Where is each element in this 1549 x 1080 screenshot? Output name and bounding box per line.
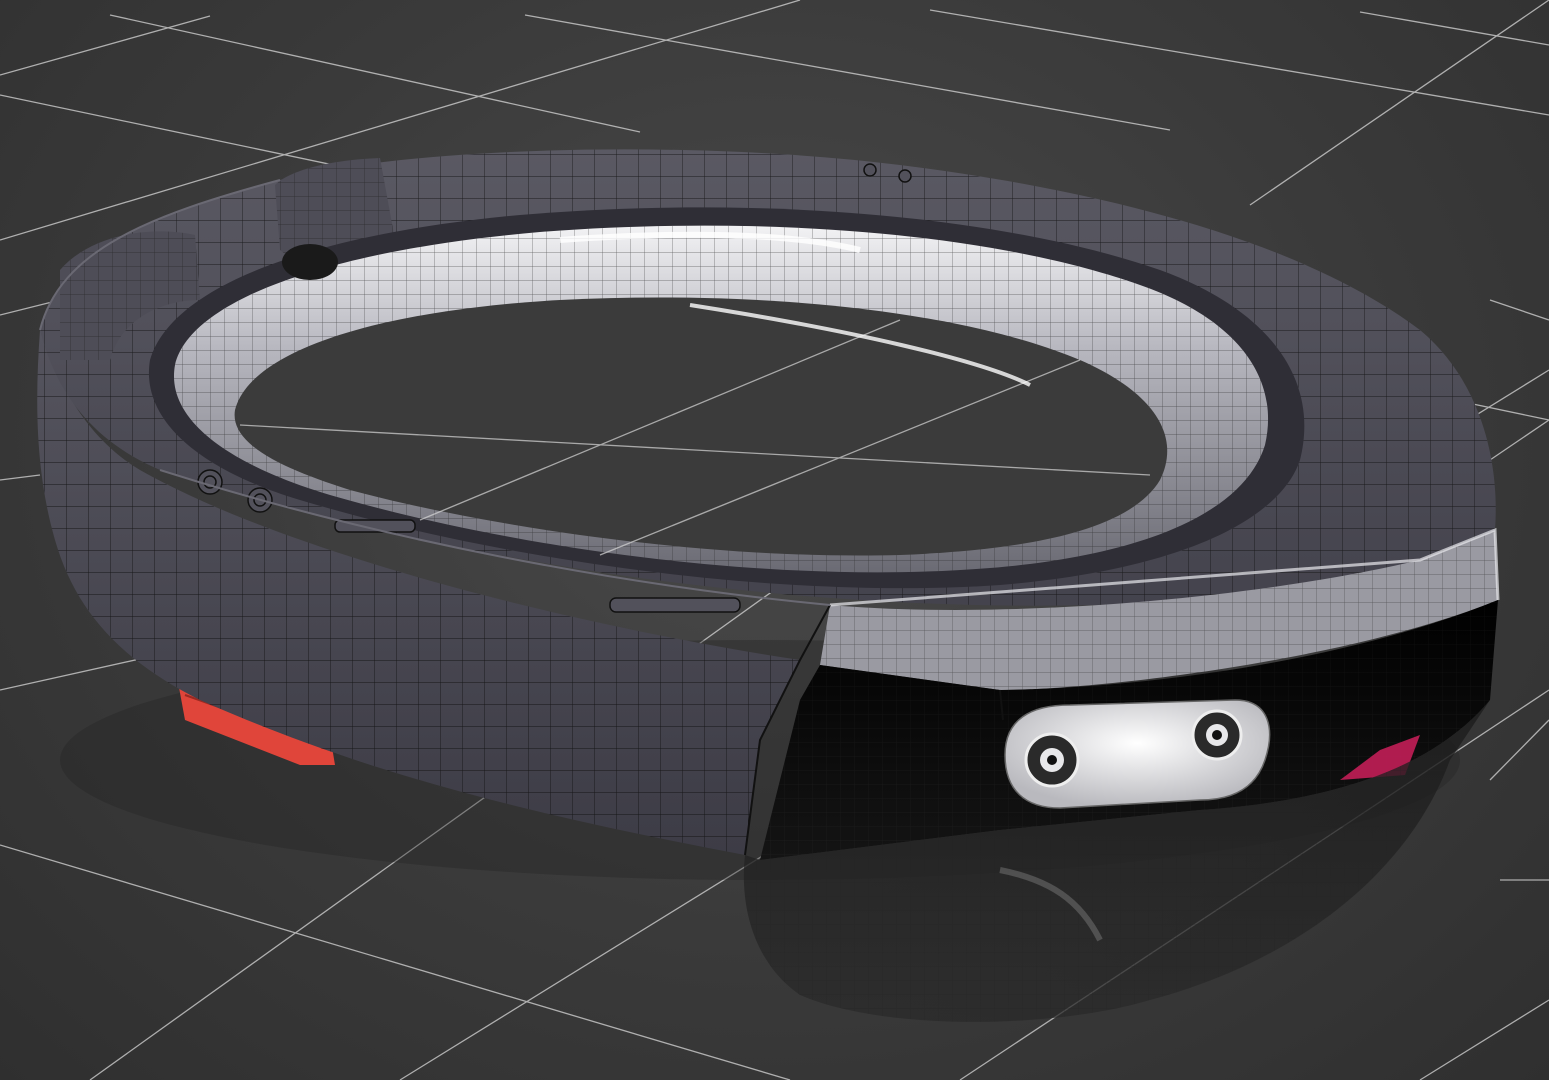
back-sensor <box>282 244 338 280</box>
3d-viewport[interactable] <box>0 0 1549 1080</box>
viewport-scene <box>0 0 1549 1080</box>
